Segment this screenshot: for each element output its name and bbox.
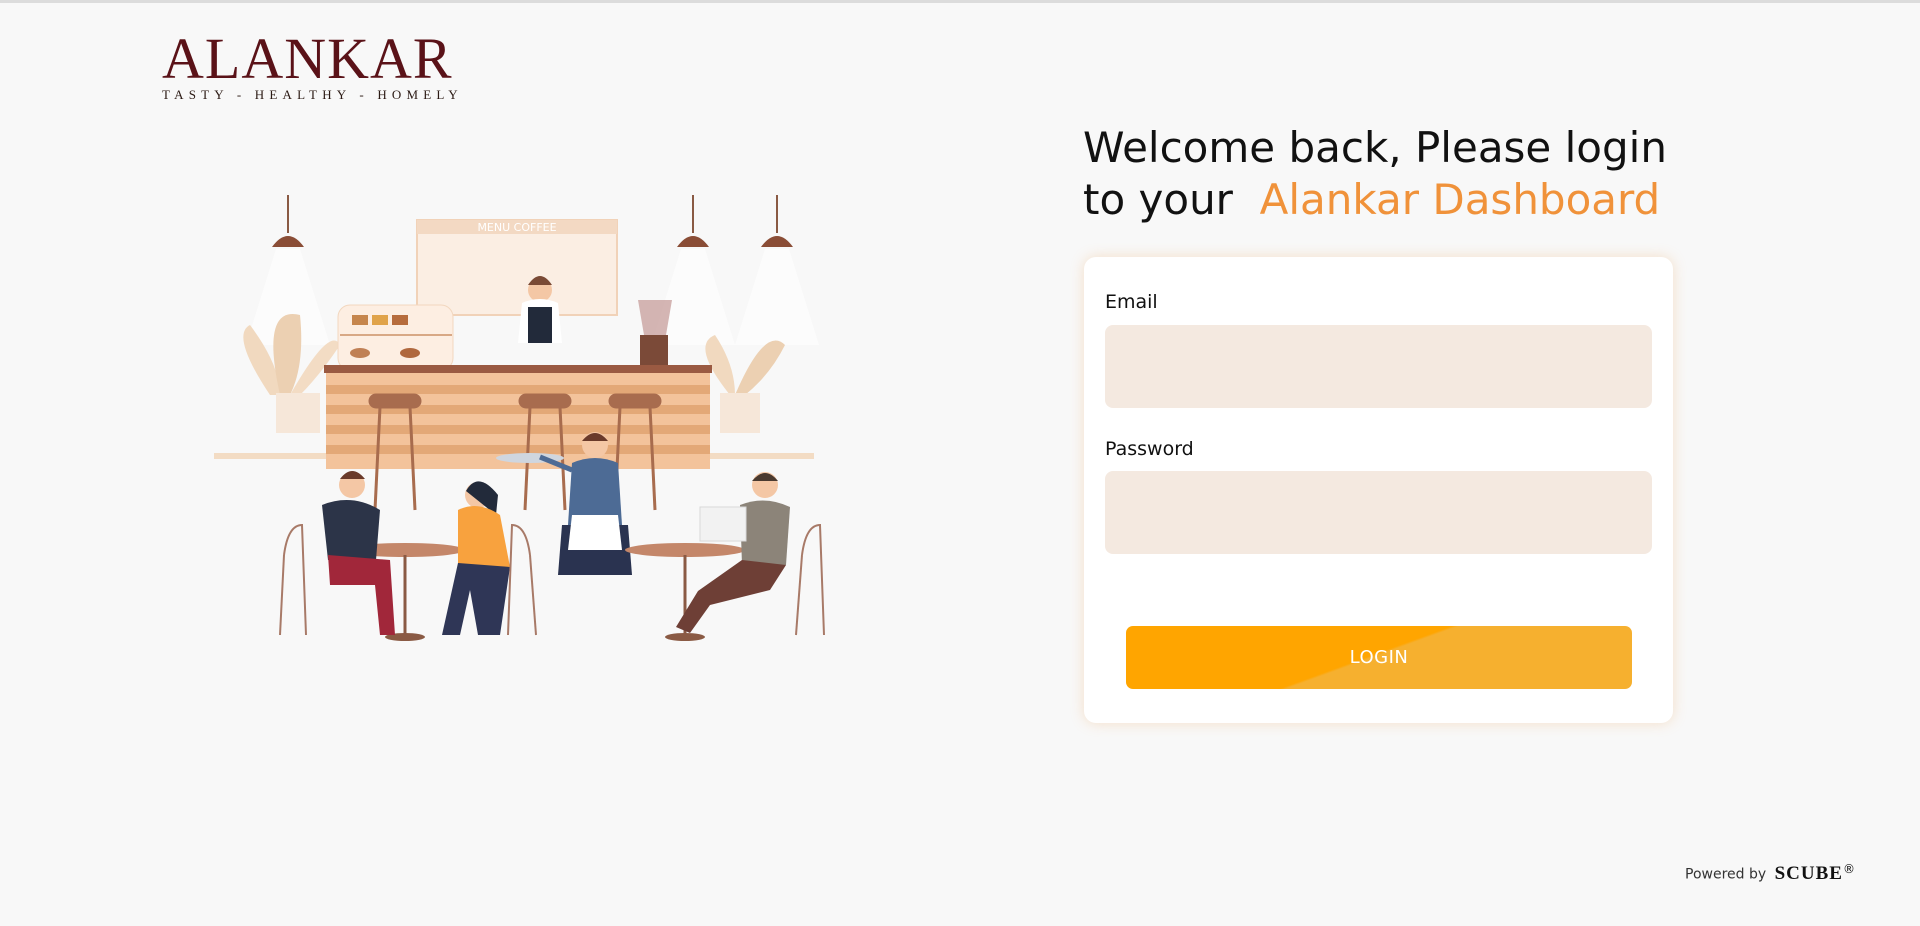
email-field[interactable] [1105,325,1652,408]
login-card: Email Password LOGIN [1084,257,1673,723]
login-button[interactable]: LOGIN [1126,626,1632,689]
right-table [625,472,790,641]
display-shelf [337,304,454,371]
welcome-heading: Welcome back, Please login to your Alank… [1083,122,1703,226]
menu-board: MENU COFFEE [416,219,618,316]
registered-mark: ® [1842,862,1855,876]
menu-board-text: MENU COFFEE [477,221,556,234]
password-field[interactable] [1105,471,1652,554]
powered-by: Powered by SCUBE® [1685,862,1855,885]
email-label: Email [1105,291,1158,313]
cafe-illustration: MENU COFFEE [214,195,825,641]
dashboard-highlight: Alankar Dashboard [1259,175,1661,224]
brand-logo: ALANKAR TASTY - HEALTHY - HOMELY [162,26,463,103]
powered-by-text: Powered by [1685,866,1767,883]
brand-tagline: TASTY - HEALTHY - HOMELY [162,87,463,102]
brand-name: ALANKAR [162,26,453,91]
left-table [322,471,510,641]
top-border [0,0,1920,3]
scube-logo: SCUBE [1774,862,1843,884]
password-label: Password [1105,438,1194,460]
